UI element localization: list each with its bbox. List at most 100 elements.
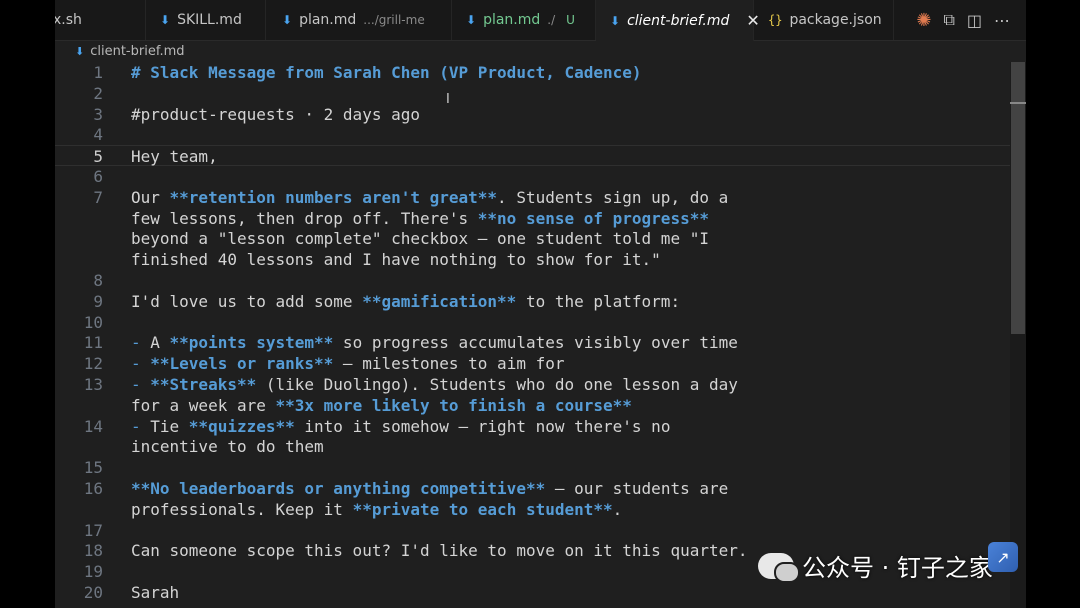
text-segment: Our	[131, 187, 170, 207]
line-number: 5	[93, 147, 103, 167]
tab-path: ./	[547, 13, 556, 27]
editor-line[interactable]: 20 Sarah	[55, 582, 1010, 603]
editor-line[interactable]: 13 - **Streaks** (like Duolingo). Student…	[55, 374, 1010, 395]
text-segment: few lessons, then drop off. There's	[131, 208, 478, 228]
tab-label: plan.md	[483, 12, 541, 28]
editor-line[interactable]: 12 - **Levels or ranks** — milestones to …	[55, 353, 1010, 374]
editor-line[interactable]: 2	[55, 83, 1010, 104]
text-segment: A	[150, 333, 170, 353]
editor-line[interactable]: 4	[55, 124, 1010, 145]
editor-line[interactable]: 17	[55, 520, 1010, 541]
markdown-icon: ⬇	[160, 13, 171, 27]
markdown-bold: **retention numbers aren't great**	[169, 187, 498, 207]
claude-spark-icon[interactable]: ✺	[916, 10, 931, 31]
breadcrumb[interactable]: ⬇ client-brief.md	[75, 40, 185, 62]
text-segment: . Students sign up, do a	[497, 187, 729, 207]
editor-line[interactable]: 7 Our **retention numbers aren't great**.…	[55, 187, 1010, 208]
markdown-icon: ⬇	[466, 13, 477, 27]
tab-label: plan.md	[299, 12, 357, 28]
list-marker: -	[131, 375, 151, 394]
editor-line[interactable]: 10	[55, 312, 1010, 333]
line-content: Our **retention numbers aren't great**. …	[131, 187, 728, 208]
wechat-icon	[758, 552, 800, 583]
editor-line[interactable]: 16 **No leaderboards or anything competit…	[55, 478, 1010, 499]
tab-client-brief-md[interactable]: ⬇ client-brief.md ✕	[596, 0, 760, 41]
editor-line[interactable]: professionals. Keep it **private to each…	[55, 499, 1010, 520]
line-number: 8	[93, 271, 103, 290]
list-marker: -	[131, 333, 151, 353]
list-marker: -	[131, 354, 151, 374]
text-segment: Can someone scope this out? I'd like to …	[131, 541, 748, 561]
breadcrumb-file: client-brief.md	[90, 43, 185, 59]
tab-plan-md-local[interactable]: ⬇ plan.md ./ U	[452, 0, 596, 40]
line-number: 3	[93, 104, 103, 124]
text-segment: Tie	[150, 416, 189, 436]
open-preview-icon[interactable]: ⧉	[943, 10, 954, 30]
editor-line[interactable]: 15	[55, 457, 1010, 478]
text-segment: — milestones to aim for	[333, 354, 565, 374]
markdown-bold: **No leaderboards or anything competitiv…	[131, 479, 546, 498]
line-content: - **Streaks** (like Duolingo). Students …	[131, 374, 738, 395]
text-segment: Hey team,	[131, 147, 218, 167]
more-icon[interactable]: ⋯	[994, 11, 1010, 30]
editor-line[interactable]: 6	[55, 166, 1010, 187]
tab-skill-md[interactable]: ⬇ SKILL.md	[146, 0, 266, 40]
line-content: Can someone scope this out? I'd like to …	[131, 540, 748, 561]
editor-line[interactable]: 3 #product-requests · 2 days ago	[55, 104, 1010, 125]
editor-line[interactable]: 1 # Slack Message from Sarah Chen (VP Pro…	[55, 62, 1010, 83]
editor-line[interactable]: 5 Hey team,	[55, 145, 1010, 167]
text-segment: incentive to do them	[131, 437, 324, 457]
markdown-bold: **private to each student**	[352, 499, 613, 519]
editor-line[interactable]: beyond a "lesson complete" checkbox — on…	[55, 228, 1010, 249]
text-segment: professionals. Keep it	[131, 499, 353, 519]
split-editor-icon[interactable]: ◫	[967, 11, 982, 30]
editor-window: x.sh ⬇ SKILL.md ⬇ plan.md .../grill-me ⬇…	[55, 0, 1026, 608]
markdown-icon: ⬇	[75, 44, 85, 58]
markdown-bold: **3x more likely to finish a course**	[275, 395, 632, 415]
text-segment: I'd love us to add some	[131, 291, 363, 311]
line-content: Hey team,	[131, 146, 218, 167]
text-segment: for a week are	[131, 395, 276, 415]
editor-line[interactable]: few lessons, then drop off. There's **no…	[55, 208, 1010, 229]
text-segment: to the platform:	[516, 291, 681, 311]
line-number: 19	[83, 562, 103, 582]
text-segment: into it somehow — right now there's no	[294, 416, 671, 436]
line-content: finished 40 lessons and I have nothing t…	[131, 249, 661, 270]
line-number: 14	[83, 416, 103, 436]
line-number: 16	[83, 479, 103, 498]
tab-x-sh[interactable]: x.sh	[55, 0, 146, 40]
line-content: - A **points system** so progress accumu…	[131, 332, 738, 353]
tab-package-json[interactable]: {} package.json	[754, 0, 894, 40]
line-content: few lessons, then drop off. There's **no…	[131, 208, 709, 229]
text-cursor-icon: I	[446, 92, 450, 107]
tab-bar: x.sh ⬇ SKILL.md ⬇ plan.md .../grill-me ⬇…	[55, 0, 1026, 41]
editor-line[interactable]: for a week are **3x more likely to finis…	[55, 395, 1010, 416]
editor-line[interactable]: 11 - A **points system** so progress accu…	[55, 332, 1010, 353]
line-number: 11	[83, 333, 103, 353]
editor-line[interactable]: incentive to do them	[55, 436, 1010, 457]
editor-line[interactable]: finished 40 lessons and I have nothing t…	[55, 249, 1010, 270]
line-number: 20	[83, 583, 103, 602]
text-segment: #product-requests · 2 days ago	[131, 104, 420, 124]
markdown-icon: ⬇	[610, 13, 621, 28]
line-content: - Tie **quizzes** into it somehow — righ…	[131, 416, 670, 437]
line-number: 1	[93, 63, 103, 82]
line-number: 18	[83, 541, 103, 561]
vertical-scrollbar[interactable]	[1010, 62, 1026, 608]
line-content: # Slack Message from Sarah Chen (VP Prod…	[131, 62, 642, 83]
tab-plan-md-grill-me[interactable]: ⬇ plan.md .../grill-me	[266, 0, 452, 40]
text-segment: — our students are	[545, 479, 729, 498]
text-segment: (like Duolingo). Students who do one les…	[256, 375, 738, 394]
tab-label: x.sh	[55, 12, 82, 28]
code-editor[interactable]: 1 # Slack Message from Sarah Chen (VP Pro…	[55, 62, 1010, 608]
markdown-bold: **points system**	[169, 333, 334, 353]
line-number: 4	[93, 125, 103, 145]
editor-line[interactable]: 9 I'd love us to add some **gamification*…	[55, 291, 1010, 312]
markdown-bold: **Levels or ranks**	[150, 354, 334, 374]
markdown-bold: **quizzes**	[188, 416, 295, 436]
list-marker: -	[131, 416, 151, 436]
editor-line[interactable]: 14 - Tie **quizzes** into it somehow — ri…	[55, 416, 1010, 437]
app-badge-icon: ↗	[988, 542, 1018, 572]
line-number: 10	[83, 312, 103, 332]
editor-line[interactable]: 8	[55, 270, 1010, 291]
